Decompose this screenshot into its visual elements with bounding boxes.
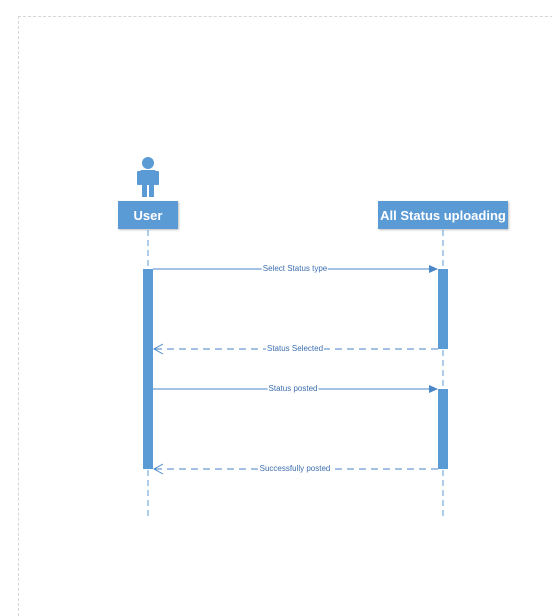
message-label-1: Select Status type xyxy=(261,264,329,274)
person-icon xyxy=(137,157,159,197)
message-label-4: Successfully posted xyxy=(258,464,332,474)
user-lifeline-box: User xyxy=(118,201,178,229)
user-lifeline-label: User xyxy=(133,207,163,223)
system-lifeline-label: All Status uploading xyxy=(380,207,506,223)
system-activation-bar-2 xyxy=(438,389,448,469)
message-label-3: Status posted xyxy=(267,384,319,394)
system-activation-bar-1 xyxy=(438,269,448,349)
message-label-2: Status Selected xyxy=(265,344,325,354)
system-lifeline-box: All Status uploading xyxy=(378,201,508,229)
sequence-diagram xyxy=(137,157,448,518)
user-activation-bar xyxy=(143,269,153,469)
